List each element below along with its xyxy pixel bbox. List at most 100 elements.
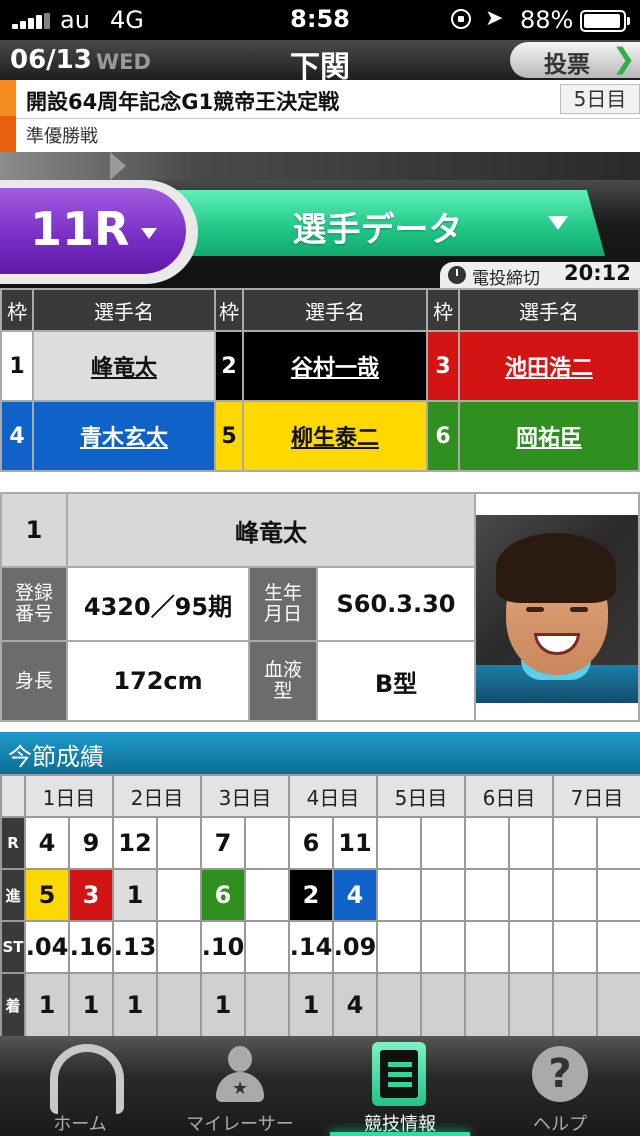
location-icon: ➤	[485, 6, 504, 31]
blood-label: 血液 型	[250, 642, 316, 720]
deadline-info: 電投締切 20:12	[440, 261, 640, 289]
day-header: 2日目	[114, 776, 200, 816]
racer-waku: 6	[428, 402, 458, 470]
racer-name-link[interactable]: 峰竜太	[34, 332, 214, 400]
home-icon	[50, 1044, 124, 1114]
racer-waku: 5	[216, 402, 242, 470]
chevron-down-icon	[141, 228, 157, 239]
race-day-badge: 5日目	[560, 84, 640, 114]
result-cell	[466, 870, 508, 920]
clock-icon	[448, 266, 466, 284]
result-cell	[510, 818, 552, 868]
racer-waku: 1	[2, 332, 32, 400]
day-header-blank	[2, 776, 24, 816]
result-cell: .09	[334, 922, 376, 972]
racer-waku: 2	[216, 332, 242, 400]
result-cell	[466, 818, 508, 868]
tab-my-racer[interactable]: ★ マイレーサー	[160, 1036, 320, 1136]
result-cell	[378, 870, 420, 920]
header-name: 選手名	[460, 290, 638, 330]
result-cell	[510, 974, 552, 1036]
result-cell	[598, 870, 640, 920]
rotation-lock-icon	[451, 9, 471, 29]
result-cell: 12	[114, 818, 156, 868]
row-label: ST	[2, 922, 24, 972]
row-label: R	[2, 818, 24, 868]
racer-photo	[476, 494, 638, 720]
result-cell: .13	[114, 922, 156, 972]
racer-name-link[interactable]: 岡祐臣	[460, 402, 638, 470]
result-cell	[422, 870, 464, 920]
battery-percent: 88%	[520, 6, 574, 34]
result-cell: 4	[26, 818, 68, 868]
result-cell	[554, 870, 596, 920]
deadline-label: 電投締切	[472, 269, 540, 289]
race-selector-label: 11R	[30, 202, 130, 256]
header-name: 選手名	[244, 290, 426, 330]
deadline-time: 20:12	[564, 261, 631, 285]
result-cell: 1	[114, 870, 156, 920]
header-name: 選手名	[34, 290, 214, 330]
racer-name-link[interactable]: 谷村一哉	[244, 332, 426, 400]
result-cell	[554, 818, 596, 868]
result-cell	[246, 974, 288, 1036]
chevron-down-icon	[548, 216, 568, 230]
help-icon: ?	[532, 1046, 588, 1102]
racer-table: 枠選手名枠選手名枠選手名 1 峰竜太 2 谷村一哉 3 池田浩二 4 青木玄太 5 柳生泰二 6 岡祐臣	[0, 288, 640, 472]
tab-label: 競技情報	[364, 1114, 436, 1135]
divider-band	[0, 152, 640, 180]
vote-button[interactable]: 投票 ❯	[510, 42, 640, 78]
result-cell	[246, 870, 288, 920]
blood-value: B型	[318, 642, 474, 720]
race-selector[interactable]: 11R	[0, 188, 186, 274]
result-cell	[598, 974, 640, 1036]
tab-label: マイレーサー	[186, 1114, 294, 1135]
race-info-bar: 開設64周年記念G1競帝王決定戦 5日目 準優勝戦	[0, 80, 640, 152]
view-selector[interactable]: 選手データ	[150, 190, 605, 256]
status-bar: au 4G 8:58 ➤ 88%	[0, 0, 640, 40]
day-header: 6日目	[466, 776, 552, 816]
racer-name-link[interactable]: 青木玄太	[34, 402, 214, 470]
result-cell: 6	[290, 818, 332, 868]
result-cell: 4	[334, 870, 376, 920]
result-cell: 1	[290, 974, 332, 1036]
day-header: 3日目	[202, 776, 288, 816]
result-cell	[158, 922, 200, 972]
result-cell	[598, 922, 640, 972]
result-cell	[466, 974, 508, 1036]
day-header: 5日目	[378, 776, 464, 816]
racer-name-link[interactable]: 柳生泰二	[244, 402, 426, 470]
profile-waku: 1	[2, 494, 66, 566]
result-cell	[378, 922, 420, 972]
birth-label: 生年 月日	[250, 568, 316, 640]
view-selector-label: 選手データ	[292, 210, 463, 250]
result-cell: 2	[290, 870, 332, 920]
racer-waku: 3	[428, 332, 458, 400]
height-label: 身長	[2, 642, 66, 720]
race-info-icon	[372, 1042, 426, 1106]
results-section-title: 今節成績	[0, 732, 640, 774]
result-cell: 9	[70, 818, 112, 868]
result-cell: 11	[334, 818, 376, 868]
row-label: 進	[2, 870, 24, 920]
racer-waku: 4	[2, 402, 32, 470]
result-cell: .14	[290, 922, 332, 972]
racer-name-link[interactable]: 池田浩二	[460, 332, 638, 400]
result-cell	[510, 922, 552, 972]
birth-value: S60.3.30	[318, 568, 474, 640]
result-cell	[158, 974, 200, 1036]
result-cell: .10	[202, 922, 244, 972]
profile-name: 峰竜太	[68, 494, 474, 566]
result-cell: 7	[202, 818, 244, 868]
result-cell: 1	[202, 974, 244, 1036]
result-cell: 3	[70, 870, 112, 920]
day-header: 1日目	[26, 776, 112, 816]
racer-profile: 1 峰竜太 登録 番号 4320／95期 生年 月日 S60.3.30 身長 1…	[0, 492, 640, 722]
tab-help[interactable]: ? ヘルプ	[480, 1036, 640, 1136]
tab-home[interactable]: ホーム	[0, 1036, 160, 1136]
result-cell	[466, 922, 508, 972]
result-cell	[158, 870, 200, 920]
tab-label: ホーム	[53, 1114, 107, 1135]
tab-race-info[interactable]: 競技情報	[320, 1036, 480, 1136]
result-cell: 6	[202, 870, 244, 920]
